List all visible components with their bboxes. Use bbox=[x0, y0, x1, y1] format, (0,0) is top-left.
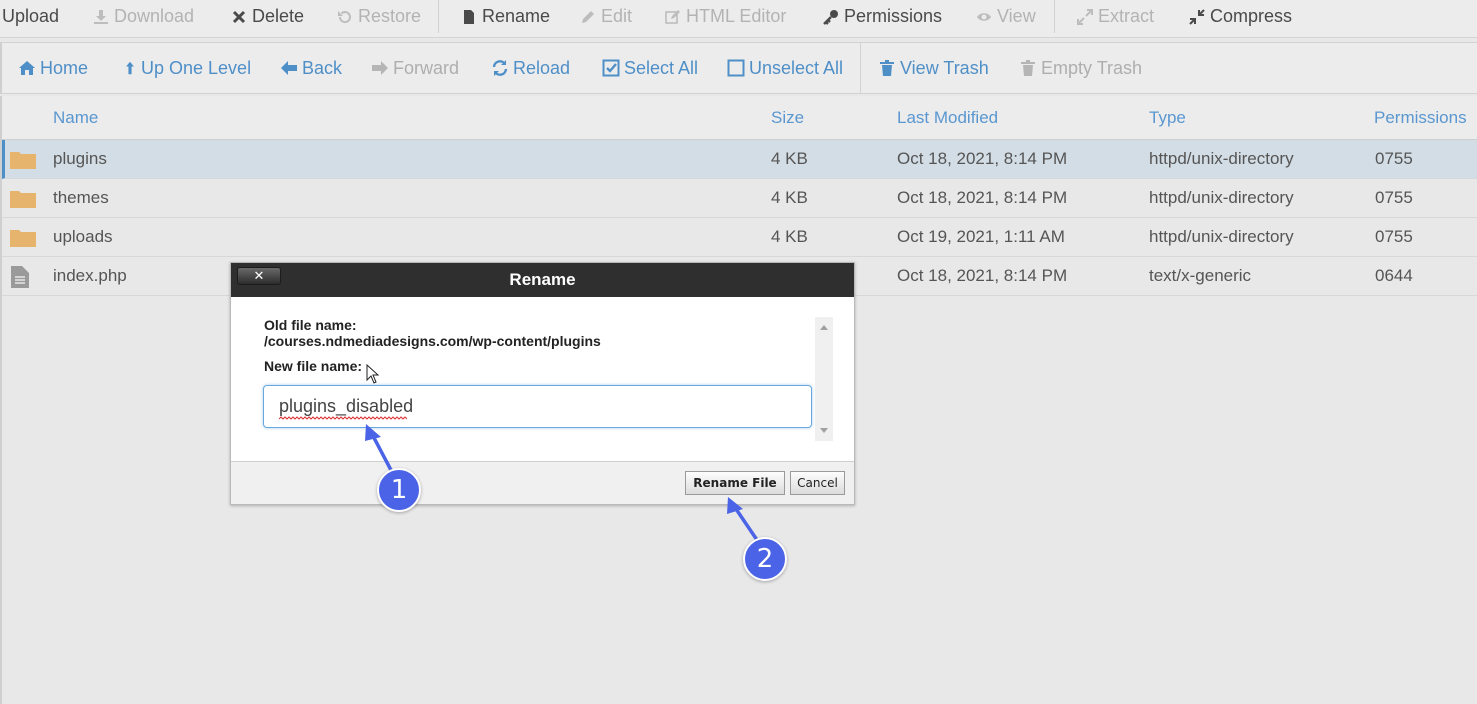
new-file-name-label: New file name: bbox=[264, 358, 363, 374]
up-one-level-button[interactable]: Up One Level bbox=[123, 43, 251, 93]
file-modified: Oct 18, 2021, 8:14 PM bbox=[897, 188, 1068, 207]
delete-button[interactable]: Delete bbox=[231, 0, 304, 33]
forward-button[interactable]: Forward bbox=[371, 43, 459, 93]
file-size: 4 KB bbox=[771, 227, 808, 246]
right-arrow-icon bbox=[372, 61, 388, 75]
new-file-name-input[interactable] bbox=[263, 385, 812, 428]
scroll-down-icon[interactable] bbox=[815, 421, 833, 439]
dialog-scrollbar[interactable] bbox=[815, 317, 833, 441]
table-row[interactable]: uploads 4 KB Oct 19, 2021, 1:11 AM httpd… bbox=[2, 218, 1477, 257]
file-permissions: 0755 bbox=[1375, 227, 1413, 246]
scroll-up-icon[interactable] bbox=[815, 319, 833, 337]
cancel-button[interactable]: Cancel bbox=[790, 471, 845, 495]
step-2-badge: 2 bbox=[743, 537, 787, 581]
compress-button[interactable]: Compress bbox=[1189, 0, 1292, 33]
file-modified: Oct 18, 2021, 8:14 PM bbox=[897, 149, 1068, 168]
file-permissions: 0755 bbox=[1375, 149, 1413, 168]
toolbar-divider bbox=[860, 43, 861, 93]
file-permissions: 0755 bbox=[1375, 188, 1413, 207]
file-type: httpd/unix-directory bbox=[1149, 149, 1294, 168]
download-button[interactable]: Download bbox=[93, 0, 194, 33]
empty-trash-button[interactable]: Empty Trash bbox=[1019, 43, 1142, 93]
checkbox-checked-icon bbox=[602, 59, 620, 77]
navigation-toolbar: Home Up One Level Back Forward Reload Se… bbox=[0, 42, 1477, 94]
column-permissions[interactable]: Permissions bbox=[1374, 96, 1467, 140]
up-arrow-icon bbox=[126, 61, 134, 75]
old-file-path: /courses.ndmediadesigns.com/wp-content/p… bbox=[264, 333, 601, 349]
back-button[interactable]: Back bbox=[280, 43, 342, 93]
download-icon bbox=[94, 9, 108, 24]
table-header: Name Size Last Modified Type Permissions bbox=[2, 96, 1477, 140]
compress-icon bbox=[1189, 8, 1205, 25]
file-icon bbox=[11, 266, 29, 288]
home-button[interactable]: Home bbox=[18, 43, 88, 93]
spellcheck-underline bbox=[279, 416, 407, 420]
file-type: httpd/unix-directory bbox=[1149, 188, 1294, 207]
edit-button[interactable]: Edit bbox=[580, 0, 632, 33]
mouse-cursor-icon bbox=[366, 364, 380, 384]
rename-button[interactable]: Rename bbox=[461, 0, 550, 33]
file-size: 4 KB bbox=[771, 188, 808, 207]
eye-icon bbox=[977, 12, 991, 21]
edit-icon bbox=[665, 9, 680, 24]
unselect-all-button[interactable]: Unselect All bbox=[727, 43, 843, 93]
trash-icon bbox=[880, 60, 894, 76]
extract-button[interactable]: Extract bbox=[1077, 0, 1154, 33]
file-modified: Oct 18, 2021, 8:14 PM bbox=[897, 266, 1068, 285]
pencil-icon bbox=[582, 10, 594, 23]
file-modified: Oct 19, 2021, 1:11 AM bbox=[897, 227, 1065, 246]
table-row[interactable]: themes 4 KB Oct 18, 2021, 8:14 PM httpd/… bbox=[2, 179, 1477, 218]
reload-icon bbox=[492, 60, 508, 76]
file-icon bbox=[464, 9, 474, 24]
rename-dialog: Rename ✕ Old file name: /courses.ndmedia… bbox=[230, 262, 855, 505]
folder-icon bbox=[10, 230, 36, 247]
key-icon bbox=[823, 9, 838, 25]
permissions-button[interactable]: Permissions bbox=[823, 0, 942, 33]
expand-icon bbox=[1077, 8, 1093, 25]
delete-icon bbox=[232, 10, 246, 23]
dialog-body: Old file name: /courses.ndmediadesigns.c… bbox=[231, 297, 854, 461]
restore-button[interactable]: Restore bbox=[337, 0, 421, 33]
html-editor-button[interactable]: HTML Editor bbox=[665, 0, 786, 33]
column-size[interactable]: Size bbox=[771, 96, 804, 140]
home-icon bbox=[19, 61, 35, 75]
file-name: uploads bbox=[53, 227, 113, 246]
reload-button[interactable]: Reload bbox=[491, 43, 570, 93]
close-icon: ✕ bbox=[253, 268, 265, 283]
view-button[interactable]: View bbox=[976, 0, 1036, 33]
table-row[interactable]: plugins 4 KB Oct 18, 2021, 8:14 PM httpd… bbox=[2, 140, 1477, 179]
step-1-badge: 1 bbox=[377, 468, 421, 512]
file-name: plugins bbox=[53, 149, 107, 168]
column-name[interactable]: Name bbox=[53, 96, 98, 140]
file-name: themes bbox=[53, 188, 109, 207]
rename-file-button[interactable]: Rename File bbox=[685, 471, 785, 495]
toolbar-divider bbox=[438, 0, 439, 33]
toolbar-divider bbox=[1054, 0, 1055, 33]
select-all-button[interactable]: Select All bbox=[602, 43, 698, 93]
file-size: 4 KB bbox=[771, 149, 808, 168]
folder-icon bbox=[10, 152, 36, 169]
column-type[interactable]: Type bbox=[1149, 96, 1186, 140]
file-actions-toolbar: Upload Download Delete Restore Rename Ed… bbox=[0, 0, 1477, 38]
restore-icon bbox=[338, 10, 351, 23]
file-type: text/x-generic bbox=[1149, 266, 1252, 285]
trash-icon bbox=[1021, 60, 1035, 76]
upload-button[interactable]: Upload bbox=[2, 0, 59, 33]
left-arrow-icon bbox=[281, 61, 297, 75]
dialog-title-bar[interactable]: Rename ✕ bbox=[231, 263, 854, 297]
dialog-close-button[interactable]: ✕ bbox=[237, 267, 281, 285]
file-name: index.php bbox=[53, 266, 127, 285]
folder-icon bbox=[10, 191, 36, 208]
column-last-modified[interactable]: Last Modified bbox=[897, 96, 998, 140]
old-file-name-label: Old file name: bbox=[264, 317, 357, 333]
checkbox-empty-icon bbox=[727, 59, 745, 77]
file-permissions: 0644 bbox=[1375, 266, 1413, 285]
dialog-footer: Rename File Cancel bbox=[231, 461, 854, 504]
file-type: httpd/unix-directory bbox=[1149, 227, 1294, 246]
view-trash-button[interactable]: View Trash bbox=[878, 43, 989, 93]
dialog-title: Rename bbox=[509, 270, 576, 289]
